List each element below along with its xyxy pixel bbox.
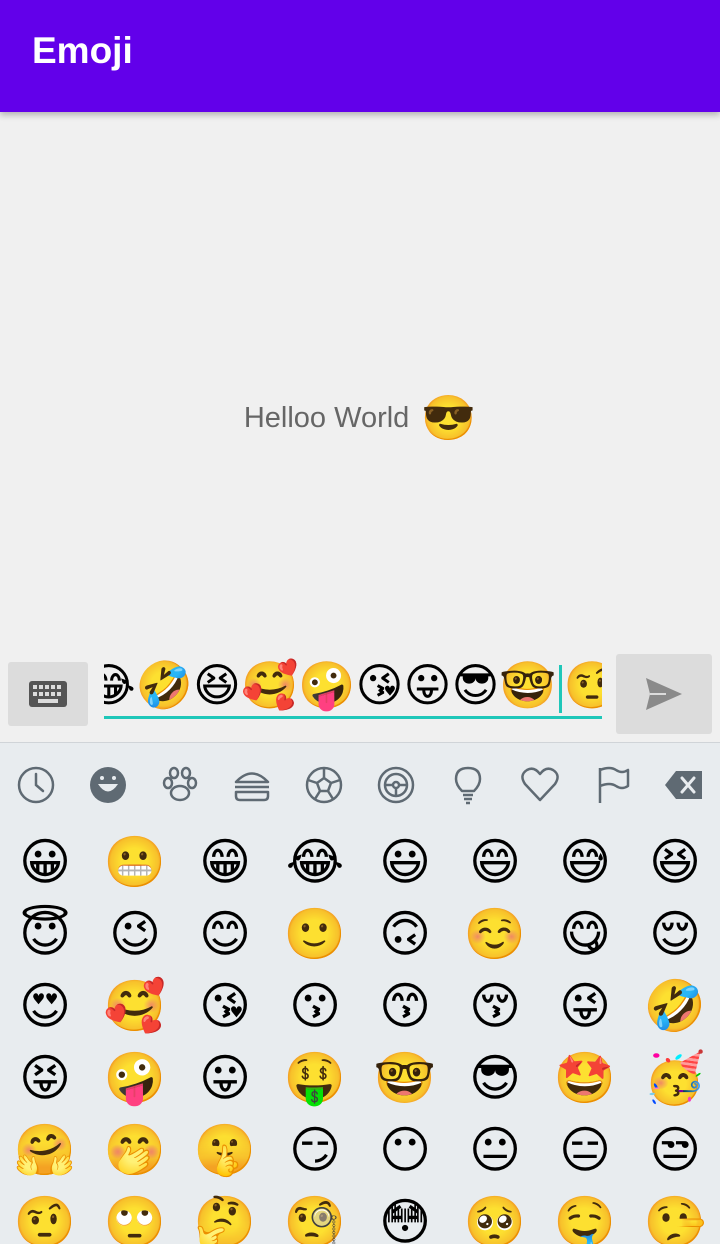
smileys-icon xyxy=(90,767,126,803)
emoji-key[interactable]: 🤫 xyxy=(180,1114,270,1186)
emoji-key[interactable]: 🥰 xyxy=(90,970,180,1042)
text-cursor xyxy=(558,664,562,713)
hello-text: Helloo World xyxy=(243,402,410,434)
emoji-key[interactable]: 🤔 xyxy=(180,1186,270,1244)
keyboard-toggle-button[interactable] xyxy=(8,662,88,726)
category-tabs xyxy=(0,742,720,827)
tab-animals[interactable] xyxy=(158,763,202,807)
travel-icon xyxy=(377,766,415,804)
emoji-key[interactable]: 😝 xyxy=(0,1042,90,1114)
emoji-key[interactable]: 😅 xyxy=(540,826,630,898)
objects-icon xyxy=(454,766,482,805)
emoji-key[interactable]: 😚 xyxy=(450,970,540,1042)
main-content: Helloo World 😎 xyxy=(0,112,720,642)
tab-activities[interactable] xyxy=(302,763,346,807)
activities-icon xyxy=(305,766,343,804)
emoji-grid: 😀 😬 😁 😂 😃 😄 😅 😆 😇 😉 😊 🙂 🙃 ☺️ 😋 😌 😍 🥰 😘 😗 😙 😚 😜 🤣 😝 🤪 😛 🤑 🤓 😎 🤩 🥳 🤗 🤭 🤫 😏 😶 😐 😑… xyxy=(0,826,720,1244)
emoji-key[interactable]: 😁 xyxy=(180,826,270,898)
tab-smileys[interactable] xyxy=(86,763,130,807)
emoji-key[interactable]: 🥳 xyxy=(630,1042,720,1114)
emoji-key[interactable]: 😉 xyxy=(90,898,180,970)
emoji-key[interactable]: 😏 xyxy=(270,1114,360,1186)
emoji-key[interactable]: 😃 xyxy=(360,826,450,898)
tab-symbols[interactable] xyxy=(518,763,562,807)
emoji-key[interactable]: 🥺 xyxy=(450,1186,540,1244)
emoji-key[interactable]: 😇 xyxy=(0,898,90,970)
keyboard-icon xyxy=(29,681,67,707)
emoji-key[interactable]: 🤪 xyxy=(90,1042,180,1114)
emoji-key[interactable]: 😐 xyxy=(450,1114,540,1186)
emoji-key[interactable]: 😀 xyxy=(0,826,90,898)
tab-travel[interactable] xyxy=(374,763,418,807)
emoji-key[interactable]: 😙 xyxy=(360,970,450,1042)
emoji-key[interactable]: 😶 xyxy=(360,1114,450,1186)
emoji-key[interactable]: 🤑 xyxy=(270,1042,360,1114)
send-icon xyxy=(646,678,682,710)
emoji-key[interactable]: 🧐 xyxy=(270,1186,360,1244)
edit-text-after-cursor: 🤨 xyxy=(564,658,602,712)
app-bar: Emoji xyxy=(0,0,720,112)
tab-flags[interactable] xyxy=(590,763,634,807)
emoji-key[interactable]: 😒 xyxy=(630,1114,720,1186)
emoji-key[interactable]: 😄 xyxy=(450,826,540,898)
emoji-edit-text[interactable]: 😂🤣😆🥰🤪😘😛😎🤓🤨 xyxy=(104,654,602,719)
edit-text-before-cursor: 😂🤣😆🥰🤪😘😛😎🤓 xyxy=(104,658,557,712)
emoji-key[interactable]: 😍 xyxy=(0,970,90,1042)
emoji-key[interactable]: 😂 xyxy=(270,826,360,898)
emoji-key[interactable]: 🤣 xyxy=(630,970,720,1042)
tab-objects[interactable] xyxy=(446,763,490,807)
emoji-key[interactable]: 🙃 xyxy=(360,898,450,970)
hello-emoji: 😎 xyxy=(421,394,477,443)
emoji-key[interactable]: 😌 xyxy=(630,898,720,970)
emoji-key[interactable]: 😛 xyxy=(180,1042,270,1114)
input-bar: 😂🤣😆🥰🤪😘😛😎🤓🤨 xyxy=(0,642,720,742)
animals-icon xyxy=(162,766,198,802)
emoji-key[interactable]: 🤥 xyxy=(630,1186,720,1244)
emoji-key[interactable]: 😗 xyxy=(270,970,360,1042)
food-icon xyxy=(234,772,270,802)
hello-text-line: Helloo World 😎 xyxy=(0,392,720,444)
emoji-key[interactable]: 🙂 xyxy=(270,898,360,970)
emoji-key[interactable]: 😘 xyxy=(180,970,270,1042)
emoji-key[interactable]: 😳 xyxy=(360,1186,450,1244)
emoji-key[interactable]: 😜 xyxy=(540,970,630,1042)
recent-icon xyxy=(17,766,55,804)
app-title: Emoji xyxy=(32,30,133,71)
emoji-key[interactable]: 😎 xyxy=(450,1042,540,1114)
tab-recent[interactable] xyxy=(14,763,58,807)
symbols-icon xyxy=(521,767,559,802)
emoji-key[interactable]: 🤨 xyxy=(0,1186,90,1244)
emoji-key[interactable]: 😑 xyxy=(540,1114,630,1186)
emoji-key[interactable]: 😋 xyxy=(540,898,630,970)
emoji-key[interactable]: 🤓 xyxy=(360,1042,450,1114)
backspace-icon xyxy=(665,771,702,799)
emoji-key[interactable]: 😆 xyxy=(630,826,720,898)
emoji-key[interactable]: 😬 xyxy=(90,826,180,898)
tab-food[interactable] xyxy=(230,763,274,807)
flags-icon xyxy=(598,766,630,803)
emoji-key[interactable]: 🤤 xyxy=(540,1186,630,1244)
emoji-key[interactable]: 🤩 xyxy=(540,1042,630,1114)
emoji-key[interactable]: 😊 xyxy=(180,898,270,970)
emoji-keyboard: 😀 😬 😁 😂 😃 😄 😅 😆 😇 😉 😊 🙂 🙃 ☺️ 😋 😌 😍 🥰 😘 😗 😙 😚 😜 🤣 😝 🤪 😛 🤑 🤓 😎 🤩 🥳 🤗 🤭 🤫 😏 😶 😐 😑… xyxy=(0,742,720,1244)
emoji-key[interactable]: 🙄 xyxy=(90,1186,180,1244)
emoji-key[interactable]: ☺️ xyxy=(450,898,540,970)
send-button[interactable] xyxy=(616,654,712,734)
emoji-key[interactable]: 🤭 xyxy=(90,1114,180,1186)
backspace-button[interactable] xyxy=(662,763,706,807)
emoji-key[interactable]: 🤗 xyxy=(0,1114,90,1186)
